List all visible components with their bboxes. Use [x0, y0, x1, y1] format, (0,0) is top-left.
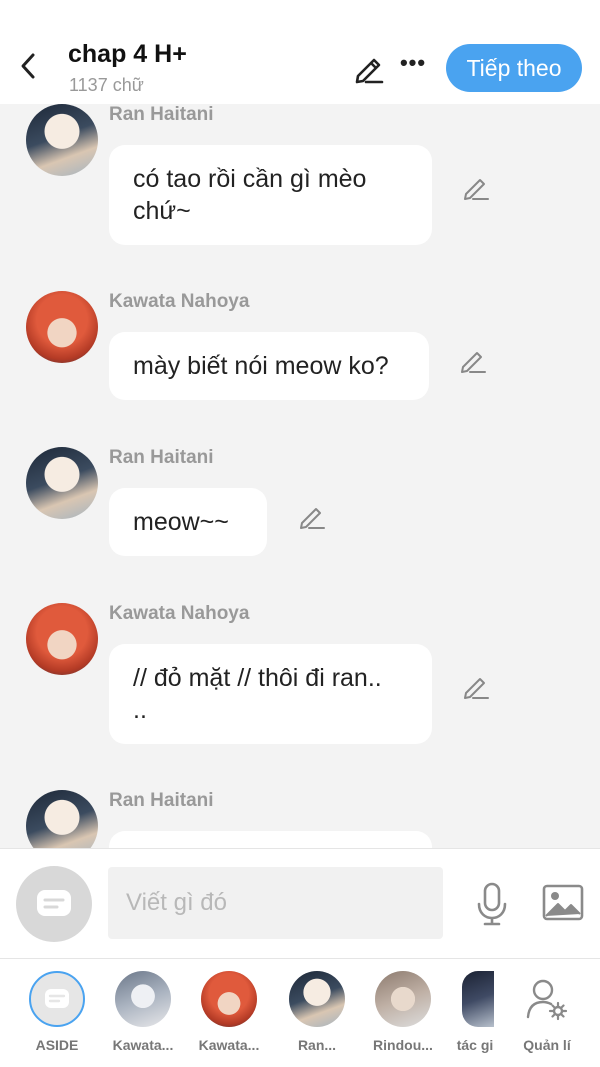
avatar[interactable] [26, 447, 98, 519]
avatar [201, 971, 257, 1027]
character-label: Rindou... [373, 1037, 433, 1053]
user-settings-icon [526, 979, 568, 1021]
avatar [29, 971, 85, 1027]
message-text: chứ~ [133, 197, 191, 225]
character-label: Quản lí [523, 1037, 571, 1053]
avatar [115, 971, 171, 1027]
image-icon [542, 884, 584, 921]
pencil-icon [464, 678, 489, 699]
sender-name: Kawata Nahoya [109, 291, 250, 312]
sender-name: Kawata Nahoya [109, 603, 250, 624]
chat-bubble-icon [45, 989, 69, 1008]
edit-message-button[interactable] [461, 671, 491, 701]
insert-image-button[interactable] [542, 883, 584, 923]
character-label: Ran... [297, 1037, 337, 1053]
message-text: mày biết nói meow ko? [133, 352, 389, 380]
sender-name: Ran Haitani [109, 104, 214, 125]
message-list[interactable]: Ran Haitani có tao rồi cần gì mèo chứ~ K… [0, 104, 600, 848]
word-count: 1137 chữ [69, 75, 144, 95]
chapter-title: chap 4 H+ [68, 40, 187, 68]
avatar[interactable] [26, 603, 98, 675]
pencil-icon [461, 352, 486, 373]
pencil-icon [464, 179, 489, 200]
voice-input-button[interactable] [474, 882, 510, 926]
sender-name: Ran Haitani [109, 447, 214, 468]
character-bar: ASIDE Kawata... Kawata... Ran... Rindou.… [0, 958, 600, 1067]
pencil-icon [355, 58, 384, 84]
character-ran[interactable]: Ran... [282, 969, 352, 1053]
character-kawata-2[interactable]: Kawata... [194, 969, 264, 1053]
edit-title-button[interactable] [352, 52, 386, 84]
back-button[interactable] [12, 48, 44, 84]
top-bar: chap 4 H+ 1137 chữ ••• Tiếp theo [0, 0, 600, 104]
message-bubble[interactable] [109, 831, 432, 848]
character-kawata-1[interactable]: Kawata... [108, 969, 178, 1053]
message-text: có tao rồi cần gì mèo [133, 165, 367, 193]
character-label: tác gi [456, 1037, 494, 1053]
character-label: Kawata... [112, 1037, 174, 1053]
edit-message-button[interactable] [458, 345, 488, 375]
edit-message-button[interactable] [461, 172, 491, 202]
avatar[interactable] [26, 790, 98, 848]
character-tac-gia[interactable]: tác gi [442, 969, 508, 1053]
composer-bar [0, 848, 600, 958]
message-bubble[interactable]: mày biết nói meow ko? [109, 332, 429, 400]
chevron-left-icon [21, 53, 35, 79]
manage-characters-button[interactable]: Quản lí [512, 969, 582, 1053]
avatar [375, 971, 431, 1027]
aside-toggle-button[interactable] [16, 866, 92, 942]
message-input[interactable] [108, 867, 443, 939]
character-label: Kawata... [198, 1037, 260, 1053]
chat-bubble-icon [37, 890, 71, 916]
more-dots-icon: ••• [399, 50, 427, 75]
message-text: .. [133, 696, 147, 724]
avatar[interactable] [26, 291, 98, 363]
avatar [289, 971, 345, 1027]
message-text: meow~~ [133, 508, 229, 536]
character-aside[interactable]: ASIDE [22, 969, 92, 1053]
microphone-icon [477, 882, 507, 926]
avatar[interactable] [26, 104, 98, 176]
message-text: // đỏ mặt // thôi đi ran.. [133, 664, 382, 692]
next-button[interactable]: Tiếp theo [446, 44, 582, 92]
character-label: ASIDE [35, 1037, 79, 1053]
pencil-icon [300, 508, 325, 529]
character-rindou[interactable]: Rindou... [368, 969, 438, 1053]
avatar [462, 971, 494, 1027]
message-bubble[interactable]: có tao rồi cần gì mèo chứ~ [109, 145, 432, 245]
message-bubble[interactable]: // đỏ mặt // thôi đi ran.. .. [109, 644, 432, 744]
sender-name: Ran Haitani [109, 790, 214, 811]
message-bubble[interactable]: meow~~ [109, 488, 267, 556]
edit-message-button[interactable] [297, 501, 327, 531]
avatar [519, 971, 575, 1027]
more-options-button[interactable]: ••• [398, 52, 428, 82]
